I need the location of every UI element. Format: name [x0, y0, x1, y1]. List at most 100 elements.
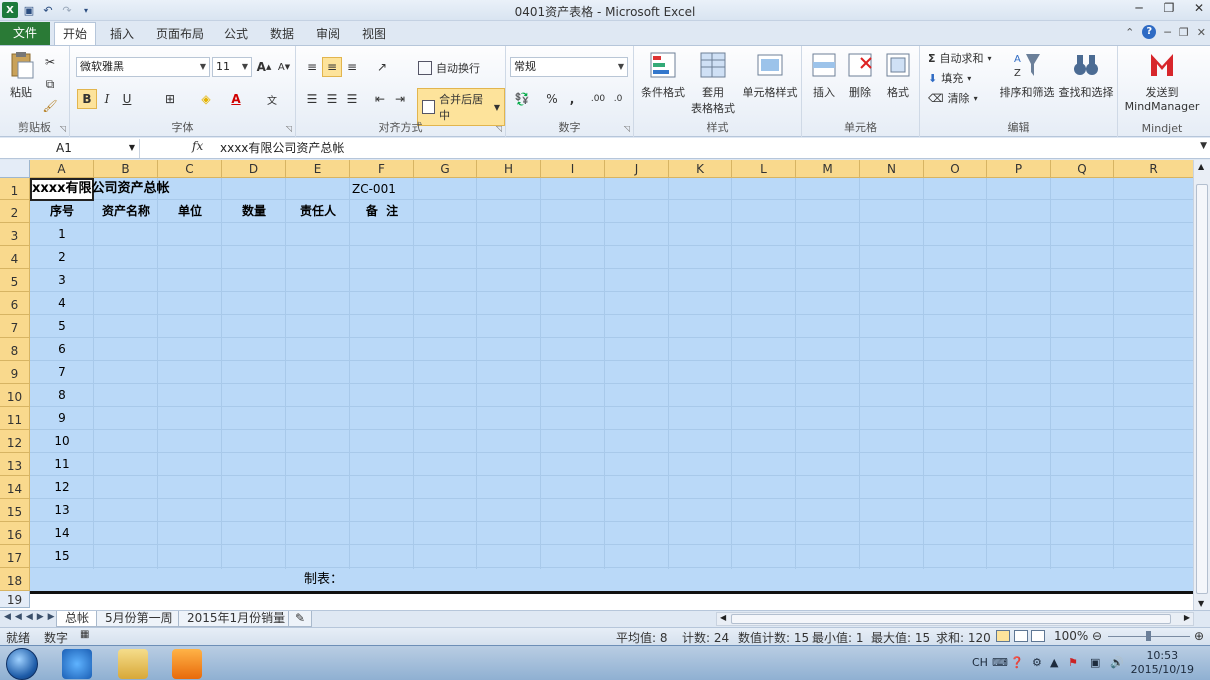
row-header-19[interactable]: 19: [0, 591, 30, 608]
tab-review[interactable]: 审阅: [308, 24, 348, 45]
worksheet-grid[interactable]: ABCDEFGHIJKLMNOPQR 1 2 3 4 5 6 7 8 9 10 11 12 13 14 15…: [0, 160, 1193, 610]
tab-view[interactable]: 视图: [354, 24, 394, 45]
action-center-icon[interactable]: ⚑: [1068, 656, 1078, 669]
column-header-n[interactable]: N: [860, 160, 924, 178]
column-header-h[interactable]: H: [477, 160, 541, 178]
serial-number-cell[interactable]: 10: [30, 430, 94, 452]
wrap-text-button[interactable]: 自动换行: [418, 60, 480, 76]
horizontal-scroll-thumb[interactable]: [731, 614, 1171, 624]
row-header-3[interactable]: 3: [0, 223, 30, 246]
align-center-icon[interactable]: ☰: [322, 89, 342, 109]
serial-number-cell[interactable]: 15: [30, 545, 94, 567]
taskbar-clock[interactable]: 10:53 2015/10/19: [1131, 649, 1194, 677]
serial-number-cell[interactable]: 11: [30, 453, 94, 475]
clipboard-launcher-icon[interactable]: ◹: [60, 124, 66, 133]
font-color-icon[interactable]: A: [226, 89, 246, 109]
font-launcher-icon[interactable]: ◹: [286, 124, 292, 133]
serial-number-cell[interactable]: 2: [30, 246, 94, 268]
scroll-left-icon[interactable]: ◀: [720, 613, 726, 622]
normal-view-icon[interactable]: [996, 630, 1010, 642]
macro-record-icon[interactable]: ▦: [80, 629, 89, 640]
row-header-7[interactable]: 7: [0, 315, 30, 338]
conditional-format-button[interactable]: 条件格式: [638, 50, 688, 100]
font-name-select[interactable]: 微软雅黑 ▼: [76, 57, 210, 77]
formula-input[interactable]: xxxx有限公司资产总帐: [220, 139, 344, 157]
serial-number-cell[interactable]: 6: [30, 338, 94, 360]
format-painter-icon[interactable]: 🖌: [40, 96, 60, 116]
row-header-12[interactable]: 12: [0, 430, 30, 453]
collapse-ribbon-icon[interactable]: ⌃: [1125, 26, 1134, 39]
column-header-r[interactable]: R: [1114, 160, 1193, 178]
cells-area[interactable]: xxxx有限公司资产总帐 ZC-001 序号 资产名称 单位 数量 责任人备 注 123…: [30, 178, 1193, 610]
column-title-cell[interactable]: 备 注: [350, 200, 414, 222]
vertical-scrollbar[interactable]: ▲ ▼: [1193, 160, 1210, 610]
file-tab[interactable]: 文件: [0, 22, 50, 45]
minimize-icon[interactable]: ─: [1132, 1, 1146, 15]
format-cells-button[interactable]: 格式: [880, 50, 916, 100]
send-to-mindmanager-button[interactable]: 发送到 MindManager: [1120, 50, 1204, 113]
column-header-j[interactable]: J: [605, 160, 669, 178]
input-language[interactable]: CH: [972, 656, 988, 669]
row-header-1[interactable]: 1: [0, 178, 30, 200]
row-header-8[interactable]: 8: [0, 338, 30, 361]
clear-button[interactable]: ⌫ 清除 ▾: [928, 90, 978, 106]
orientation-icon[interactable]: ↗: [372, 57, 392, 77]
borders-icon[interactable]: ⊞: [160, 89, 180, 109]
ie-browser-icon[interactable]: [62, 649, 92, 679]
column-header-p[interactable]: P: [987, 160, 1051, 178]
serial-number-cell[interactable]: 12: [30, 476, 94, 498]
insert-cells-button[interactable]: 插入: [806, 50, 842, 100]
doc-minimize-icon[interactable]: ─: [1164, 26, 1171, 39]
zoom-in-icon[interactable]: ⊕: [1194, 629, 1204, 643]
select-all-corner[interactable]: [0, 160, 30, 178]
sheet-title-cell[interactable]: xxxx有限公司资产总帐: [32, 178, 170, 200]
row-header-17[interactable]: 17: [0, 545, 30, 568]
row-header-5[interactable]: 5: [0, 269, 30, 292]
copy-icon[interactable]: ⧉: [40, 74, 60, 94]
volume-icon[interactable]: 🔊: [1110, 656, 1124, 669]
column-title-cell[interactable]: 责任人: [286, 200, 350, 222]
row-header-9[interactable]: 9: [0, 361, 30, 384]
tab-formulas[interactable]: 公式: [216, 24, 256, 45]
keyboard-icon[interactable]: ⌨: [992, 656, 1008, 669]
sheet-tab-jan-sales[interactable]: 2015年1月份销量: [178, 611, 295, 627]
number-format-select[interactable]: 常规 ▼: [510, 57, 628, 77]
cut-icon[interactable]: ✂: [40, 52, 60, 72]
vertical-scroll-thumb[interactable]: [1196, 184, 1208, 594]
shrink-font-icon[interactable]: A ▼: [274, 57, 294, 77]
column-header-g[interactable]: G: [414, 160, 477, 178]
zoom-slider-thumb[interactable]: [1146, 631, 1151, 641]
serial-number-cell[interactable]: 13: [30, 499, 94, 521]
comma-button[interactable]: ,: [562, 89, 582, 109]
horizontal-scrollbar[interactable]: ◀ ▶: [716, 612, 1194, 626]
tab-page-layout[interactable]: 页面布局: [148, 24, 212, 45]
row-19-cells[interactable]: [30, 594, 1193, 610]
row-header-14[interactable]: 14: [0, 476, 30, 499]
scroll-right-icon[interactable]: ▶: [1184, 613, 1190, 622]
column-header-q[interactable]: Q: [1051, 160, 1114, 178]
column-header-o[interactable]: O: [924, 160, 987, 178]
doc-close-icon[interactable]: ✕: [1197, 26, 1206, 39]
tab-insert[interactable]: 插入: [102, 24, 142, 45]
fill-button[interactable]: ⬇ 填充 ▾: [928, 70, 971, 86]
column-header-m[interactable]: M: [796, 160, 860, 178]
expand-formula-bar-icon[interactable]: ▼: [1200, 141, 1207, 151]
zoom-level[interactable]: 100%: [1054, 629, 1088, 643]
insert-function-icon[interactable]: fx: [192, 139, 203, 153]
row-header-18[interactable]: 18: [0, 568, 30, 591]
column-header-a[interactable]: A: [30, 160, 94, 178]
page-layout-view-icon[interactable]: [1014, 630, 1028, 642]
serial-number-cell[interactable]: 4: [30, 292, 94, 314]
serial-number-cell[interactable]: 14: [30, 522, 94, 544]
grow-font-icon[interactable]: A ▲: [254, 57, 274, 77]
row-header-16[interactable]: 16: [0, 522, 30, 545]
row-header-11[interactable]: 11: [0, 407, 30, 430]
column-title-cell[interactable]: 序号: [30, 200, 94, 222]
help-tray-icon[interactable]: ❓: [1010, 656, 1024, 669]
find-select-button[interactable]: 查找和选择: [1056, 50, 1116, 100]
scroll-up-icon[interactable]: ▲: [1198, 162, 1204, 171]
row-header-2[interactable]: 2: [0, 200, 30, 223]
column-header-f[interactable]: F: [350, 160, 414, 178]
insert-sheet-icon[interactable]: ✎: [288, 611, 313, 627]
align-left-icon[interactable]: ☰: [302, 89, 322, 109]
